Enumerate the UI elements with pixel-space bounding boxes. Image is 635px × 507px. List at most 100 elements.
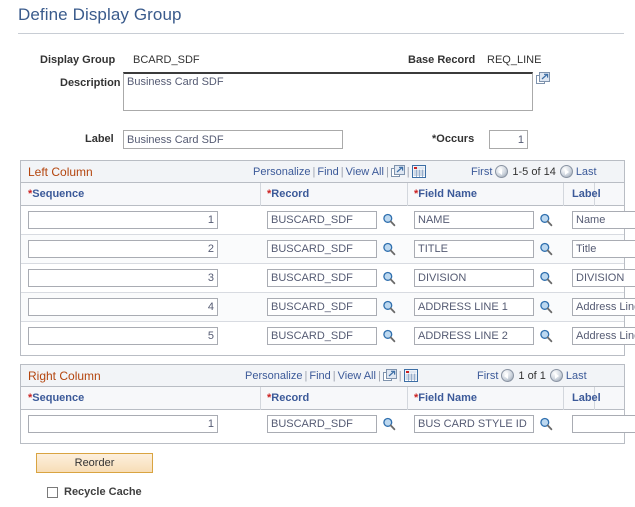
grid-left-row-range: 1-5 of 14 xyxy=(512,166,556,178)
lookup-icon[interactable] xyxy=(539,271,553,285)
grid-left-header-row: *Sequence *Record *Field Name Label xyxy=(21,183,624,206)
record-input[interactable] xyxy=(267,211,377,229)
last-page-link[interactable]: Last xyxy=(566,370,587,382)
row-label-input[interactable] xyxy=(572,269,635,287)
grid-left-nav: First 1-5 of 14 Last xyxy=(471,165,597,178)
field-name-input[interactable] xyxy=(414,240,534,258)
table-row xyxy=(21,293,635,322)
title-divider xyxy=(18,33,624,34)
lookup-icon[interactable] xyxy=(382,242,396,256)
lookup-icon[interactable] xyxy=(539,329,553,343)
lookup-icon[interactable] xyxy=(539,300,553,314)
record-input[interactable] xyxy=(267,240,377,258)
sequence-input[interactable] xyxy=(28,415,218,433)
sequence-input[interactable] xyxy=(28,269,218,287)
table-row xyxy=(21,410,635,439)
sequence-input[interactable] xyxy=(28,327,218,345)
column-header-record: *Record xyxy=(267,188,310,200)
row-label-input[interactable] xyxy=(572,240,635,258)
row-label-input[interactable] xyxy=(572,415,635,433)
label-input[interactable] xyxy=(123,130,343,149)
record-input[interactable] xyxy=(267,298,377,316)
lookup-icon[interactable] xyxy=(382,329,396,343)
sequence-input[interactable] xyxy=(28,211,218,229)
grid-right-column: Right Column Personalize | Find | View All | … xyxy=(20,364,635,444)
record-input[interactable] xyxy=(267,415,377,433)
recycle-cache-checkbox[interactable] xyxy=(47,487,58,498)
column-divider xyxy=(407,387,408,410)
field-name-input[interactable] xyxy=(414,298,534,316)
next-page-icon[interactable] xyxy=(559,165,573,178)
grid-left-title: Left Column xyxy=(28,165,93,179)
description-textarea[interactable]: Business Card SDF xyxy=(123,72,533,111)
field-name-input[interactable] xyxy=(414,269,534,287)
column-header-field-name: *Field Name xyxy=(414,392,477,404)
sequence-input[interactable] xyxy=(28,298,218,316)
lookup-icon[interactable] xyxy=(539,213,553,227)
lookup-icon[interactable] xyxy=(382,417,396,431)
column-divider xyxy=(260,183,261,206)
previous-page-icon[interactable] xyxy=(501,369,515,382)
row-label-input[interactable] xyxy=(572,211,635,229)
download-grid-icon[interactable] xyxy=(411,165,426,181)
record-input[interactable] xyxy=(267,269,377,287)
description-label: Description xyxy=(60,77,121,89)
field-name-input[interactable] xyxy=(414,415,534,433)
record-input[interactable] xyxy=(267,327,377,345)
column-header-sequence-label: Sequence xyxy=(32,392,85,404)
personalize-link[interactable]: Personalize xyxy=(253,166,310,178)
view-all-link[interactable]: View All xyxy=(346,166,384,178)
download-grid-icon[interactable] xyxy=(403,369,418,385)
view-all-link[interactable]: View All xyxy=(338,370,376,382)
expand-window-icon[interactable] xyxy=(390,165,405,181)
previous-page-icon[interactable] xyxy=(495,165,509,178)
column-divider xyxy=(260,387,261,410)
column-header-field-name: *Field Name xyxy=(414,188,477,200)
page-title: Define Display Group xyxy=(18,5,182,24)
column-header-record: *Record xyxy=(267,392,310,404)
base-record-label: Base Record xyxy=(408,54,476,66)
column-header-field-name-label: Field Name xyxy=(418,188,477,200)
column-divider xyxy=(563,387,564,410)
lookup-icon[interactable] xyxy=(539,417,553,431)
first-page-link[interactable]: First xyxy=(471,166,492,178)
row-label-input[interactable] xyxy=(572,327,635,345)
base-record-value: REQ_LINE xyxy=(487,54,542,66)
field-name-input[interactable] xyxy=(414,327,534,345)
table-row xyxy=(21,264,635,293)
page-root: Define Display Group Display Group BCARD… xyxy=(0,0,635,507)
personalize-link[interactable]: Personalize xyxy=(245,370,302,382)
lookup-icon[interactable] xyxy=(382,300,396,314)
occurs-input[interactable] xyxy=(489,130,528,149)
reorder-button[interactable]: Reorder xyxy=(36,453,153,473)
grid-left-titlebar: Left Column Personalize | Find | View All | | xyxy=(21,161,624,183)
column-header-label: Label xyxy=(572,188,601,200)
occurs-label: *Occurs xyxy=(432,133,475,145)
display-group-value: BCARD_SDF xyxy=(133,54,200,66)
next-page-icon[interactable] xyxy=(549,369,563,382)
row-label-input[interactable] xyxy=(572,298,635,316)
expand-window-icon[interactable] xyxy=(382,369,397,385)
column-header-sequence: *Sequence xyxy=(28,392,85,404)
lookup-icon[interactable] xyxy=(382,271,396,285)
lookup-icon[interactable] xyxy=(539,242,553,256)
column-divider xyxy=(563,183,564,206)
find-link[interactable]: Find xyxy=(309,370,330,382)
column-header-sequence: *Sequence xyxy=(28,188,85,200)
lookup-icon[interactable] xyxy=(382,213,396,227)
column-header-sequence-label: Sequence xyxy=(32,188,85,200)
table-row xyxy=(21,235,635,264)
last-page-link[interactable]: Last xyxy=(576,166,597,178)
grid-right-tools: Personalize | Find | View All | | xyxy=(245,369,418,385)
field-name-input[interactable] xyxy=(414,211,534,229)
column-header-record-label: Record xyxy=(271,392,310,404)
first-page-link[interactable]: First xyxy=(477,370,498,382)
grid-right-header-row: *Sequence *Record *Field Name Label xyxy=(21,387,624,410)
grid-left-column: Left Column Personalize | Find | View All | | xyxy=(20,160,635,356)
find-link[interactable]: Find xyxy=(317,166,338,178)
table-row xyxy=(21,206,635,235)
expand-window-icon[interactable] xyxy=(536,72,550,85)
recycle-cache-label[interactable]: Recycle Cache xyxy=(64,486,142,498)
sequence-input[interactable] xyxy=(28,240,218,258)
grid-left-tools: Personalize | Find | View All | | xyxy=(253,165,426,181)
